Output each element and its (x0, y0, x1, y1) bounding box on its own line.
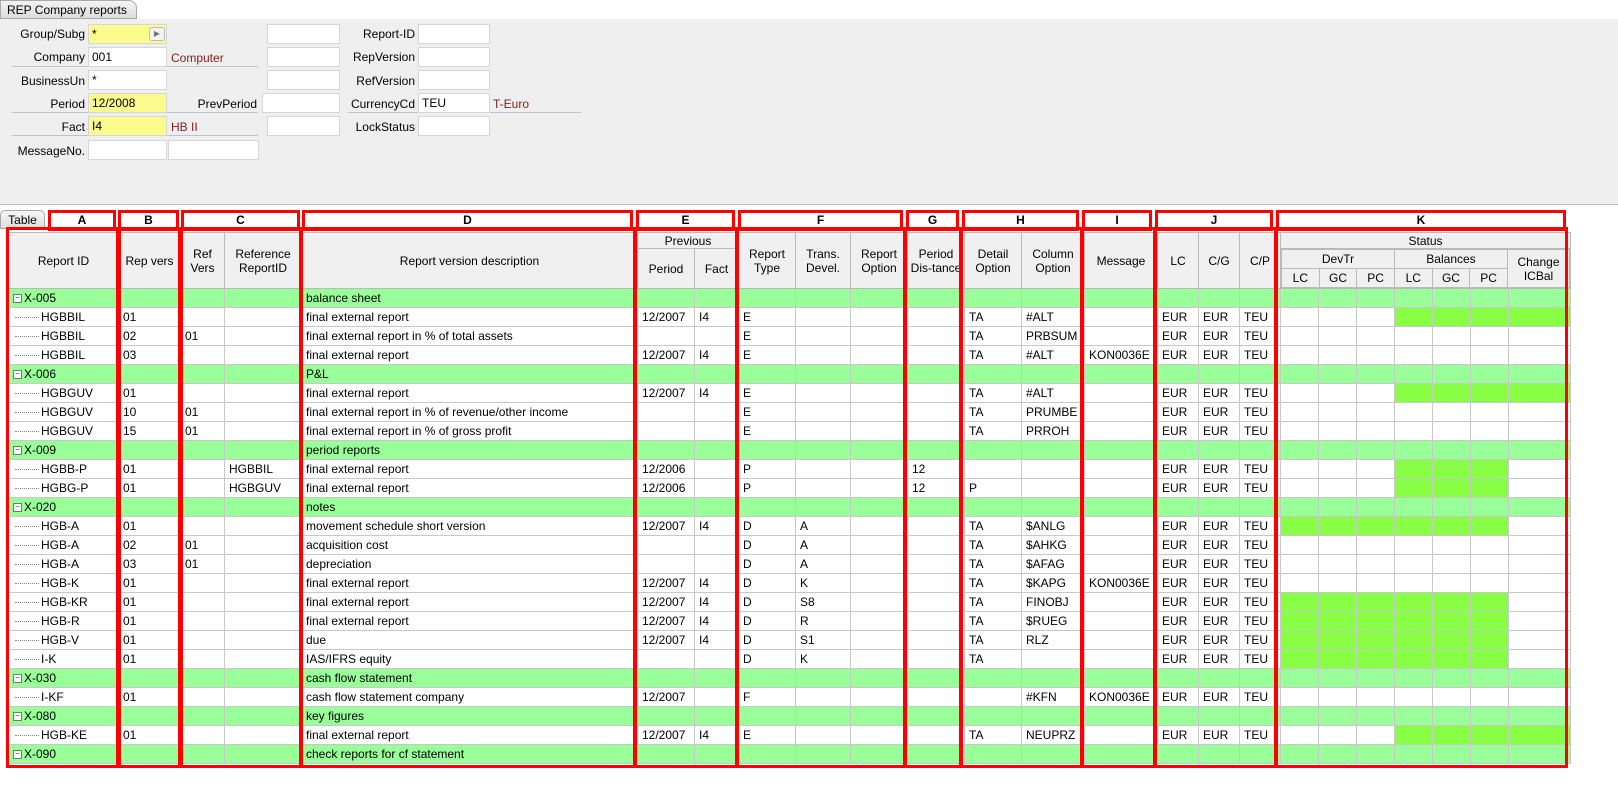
lockstatus-field[interactable] (418, 116, 490, 136)
column-outline-h (960, 227, 1083, 768)
messageno-extra-field[interactable] (168, 140, 259, 160)
column-outline-f (736, 227, 906, 768)
prevperiod-label: PrevPeriod (197, 97, 257, 111)
fact-extra-field[interactable] (267, 116, 340, 136)
play-arrow-icon[interactable]: ▶ (149, 27, 165, 41)
selection-form: Group/Subg * ▶ Company 001 Computer Busi… (0, 19, 1618, 205)
fact-description: HB II (171, 120, 198, 134)
column-outline-i (1081, 227, 1156, 768)
fact-field[interactable]: I4 (88, 116, 167, 136)
column-outline-j (1154, 227, 1277, 768)
company-extra-field[interactable] (267, 47, 340, 67)
company-label: Company (33, 50, 85, 64)
businessunit-extra-field[interactable] (267, 70, 340, 90)
column-outline-g (904, 227, 962, 768)
company-description: Computer (171, 51, 224, 65)
lockstatus-label: LockStatus (355, 120, 415, 134)
column-outline-b (118, 227, 181, 768)
period-label: Period (50, 97, 85, 111)
fact-label: Fact (61, 120, 85, 134)
window-title-tab[interactable]: REP Company reports (0, 0, 137, 19)
repversion-label: RepVersion (352, 50, 415, 64)
reportid-field[interactable] (418, 24, 490, 44)
column-outline-c (180, 227, 302, 768)
column-outline-e (634, 227, 738, 768)
column-outline-d (300, 227, 636, 768)
refversion-label: RefVersion (356, 74, 415, 88)
column-outline-a (6, 227, 119, 768)
prevperiod-field[interactable] (262, 93, 340, 113)
column-outline-k (1275, 227, 1568, 768)
currency-field[interactable]: TEU (418, 93, 490, 113)
currency-description: T-Euro (493, 97, 530, 111)
businessunit-label: BusinessUn (20, 74, 85, 88)
period-field[interactable]: 12/2008 (88, 93, 167, 113)
repversion-field[interactable] (418, 47, 490, 67)
group-label: Group/Subg (20, 27, 85, 41)
refversion-field[interactable] (418, 70, 490, 90)
messageno-label: MessageNo. (17, 144, 85, 158)
messageno-field[interactable] (88, 140, 167, 160)
company-field[interactable]: 001 (88, 47, 167, 67)
group-extra-field[interactable] (267, 24, 340, 44)
reportid-label: Report-ID (362, 27, 415, 41)
businessunit-field[interactable]: * (88, 70, 167, 90)
currency-label: CurrencyCd (350, 97, 415, 111)
